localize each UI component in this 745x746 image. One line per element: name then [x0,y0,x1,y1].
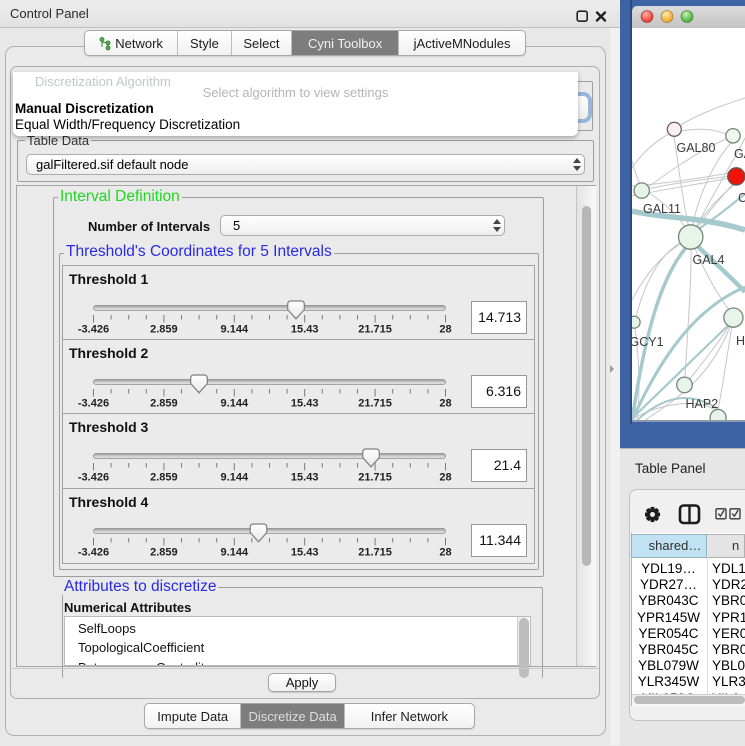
svg-text:15.43: 15.43 [291,472,319,484]
svg-text:-3.426: -3.426 [78,324,109,336]
svg-text:GCY1: GCY1 [632,335,664,349]
svg-text:GAL80: GAL80 [677,141,716,155]
svg-text:2.859: 2.859 [150,398,178,410]
svg-text:28: 28 [439,472,451,484]
svg-text:15.43: 15.43 [291,547,319,559]
svg-text:9.144: 9.144 [221,398,249,410]
svg-text:15.43: 15.43 [291,324,319,336]
svg-text:28: 28 [439,324,451,336]
svg-text:21.715: 21.715 [358,398,392,410]
svg-text:-3.426: -3.426 [78,547,109,559]
svg-text:9.144: 9.144 [221,547,249,559]
svg-text:GAL4: GAL4 [693,253,725,267]
svg-text:2.859: 2.859 [150,324,178,336]
svg-text:GAL11: GAL11 [643,202,681,216]
svg-text:21.715: 21.715 [358,547,392,559]
svg-text:H: H [736,334,745,348]
svg-text:21.715: 21.715 [358,472,392,484]
svg-text:-3.426: -3.426 [78,398,109,410]
svg-text:15.43: 15.43 [291,398,319,410]
svg-text:28: 28 [439,547,451,559]
svg-text:GA: GA [734,147,745,161]
svg-text:28: 28 [439,398,451,410]
svg-text:9.144: 9.144 [221,472,249,484]
svg-text:C: C [738,191,745,205]
svg-text:2.859: 2.859 [150,547,178,559]
svg-text:21.715: 21.715 [358,324,392,336]
svg-text:-3.426: -3.426 [78,472,109,484]
svg-text:HAP2: HAP2 [686,397,719,411]
svg-text:2.859: 2.859 [150,472,178,484]
svg-text:9.144: 9.144 [221,324,249,336]
